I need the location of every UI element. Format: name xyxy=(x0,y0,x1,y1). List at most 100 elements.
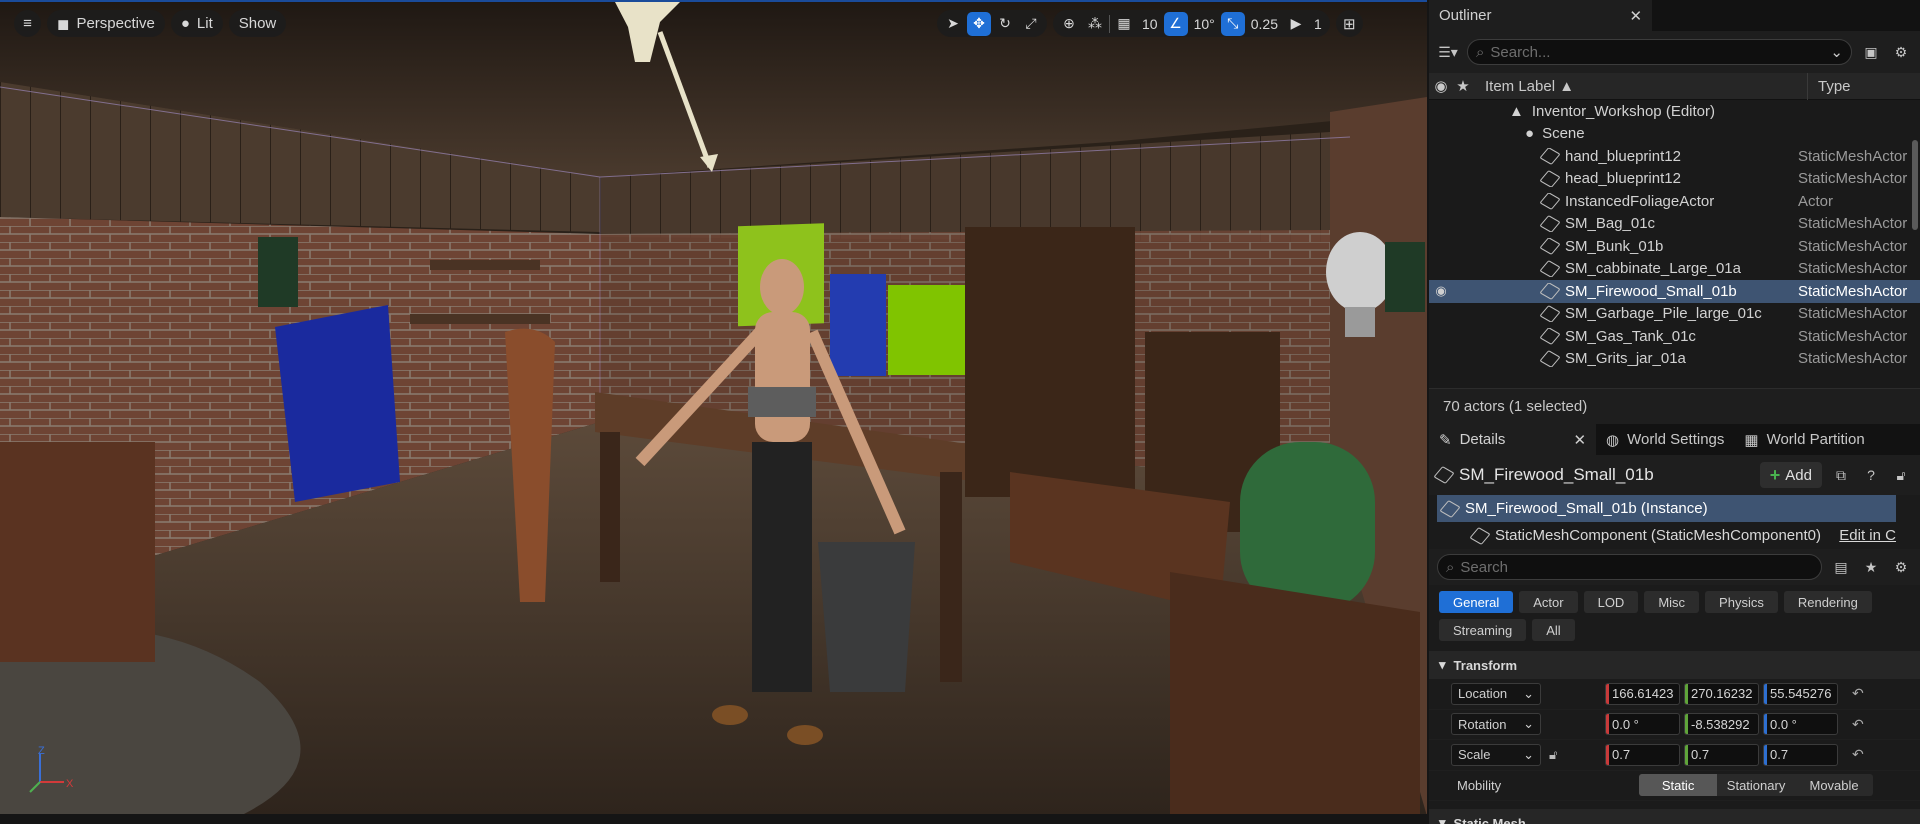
outliner-row[interactable]: InstancedFoliageActor Actor xyxy=(1429,190,1920,213)
gear-icon[interactable]: ⚙ xyxy=(1890,556,1912,578)
close-icon[interactable]: ✕ xyxy=(1630,7,1643,25)
outliner-row[interactable]: SM_Garbage_Pile_large_01c StaticMeshActor xyxy=(1429,303,1920,326)
layout-button[interactable]: ⊞ xyxy=(1335,10,1363,37)
mobility-static[interactable]: Static xyxy=(1639,774,1718,797)
filter-chip-actor[interactable]: Actor xyxy=(1519,591,1578,613)
move-icon[interactable]: ✥ xyxy=(967,11,991,36)
column-item-label[interactable]: Item Label ▲ xyxy=(1473,72,1808,100)
close-icon[interactable]: ✕ xyxy=(1573,431,1586,449)
outliner-row[interactable]: SM_cabbinate_Large_01a StaticMeshActor xyxy=(1429,258,1920,281)
rotation-x[interactable]: 0.0 ° xyxy=(1605,713,1680,736)
rotation-snap-icon[interactable]: ∠ xyxy=(1163,11,1188,36)
mobility-row: Mobility Static Stationary Movable xyxy=(1429,771,1920,801)
rotate-icon[interactable]: ↻ xyxy=(993,12,1017,36)
rotation-z[interactable]: 0.0 ° xyxy=(1763,713,1838,736)
level-viewport[interactable]: Z X ≡ ◼ Perspective ● Lit Show ➤ ✥ ↻ ⤢ ⊕… xyxy=(0,0,1427,814)
outliner-scrollbar[interactable] xyxy=(1912,140,1918,230)
tab-world-partition[interactable]: ▦ World Partition xyxy=(1734,424,1875,455)
outliner-row[interactable]: ◉ SM_Firewood_Small_01b StaticMeshActor xyxy=(1429,280,1920,303)
viewport-menu-button[interactable]: ≡ xyxy=(14,10,41,37)
rotation-y[interactable]: -8.538292 xyxy=(1684,713,1759,736)
scale-dropdown[interactable]: Scale ⌄ xyxy=(1451,743,1541,766)
outliner-row[interactable]: SM_Gas_Tank_01c StaticMeshActor xyxy=(1429,325,1920,348)
tab-details[interactable]: ✎ Details ✕ xyxy=(1429,424,1597,455)
tab-outliner[interactable]: Outliner ✕ xyxy=(1429,0,1653,31)
mobility-movable[interactable]: Movable xyxy=(1795,774,1873,796)
location-x[interactable]: 166.61423 xyxy=(1605,682,1680,705)
mobility-stationary[interactable]: Stationary xyxy=(1717,774,1795,796)
transform-section-header[interactable]: ▾ Transform xyxy=(1429,651,1920,679)
outliner-search[interactable]: ⌕ Search... ⌄ xyxy=(1467,39,1852,65)
gear-icon[interactable]: ⚙ xyxy=(1890,41,1912,63)
camera-speed-icon[interactable]: ▶ xyxy=(1284,12,1308,36)
column-type[interactable]: Type xyxy=(1808,78,1851,95)
location-y[interactable]: 270.16232 xyxy=(1684,682,1759,705)
eye-icon[interactable]: ◉ xyxy=(1429,283,1453,299)
outliner-row[interactable]: head_blueprint12 StaticMeshActor xyxy=(1429,168,1920,191)
mobility-toggle: Static Stationary Movable xyxy=(1639,774,1874,797)
chevron-down-icon[interactable]: ⌄ xyxy=(1830,43,1843,61)
reset-icon[interactable]: ↶ xyxy=(1852,685,1864,702)
star-icon[interactable]: ★ xyxy=(1453,77,1473,95)
grid-snap-value[interactable]: 10 xyxy=(1138,16,1162,32)
rotation-dropdown[interactable]: Rotation ⌄ xyxy=(1451,713,1541,736)
scale-y[interactable]: 0.7 xyxy=(1684,743,1759,766)
static-mesh-icon xyxy=(1539,305,1561,323)
tree-row-world[interactable]: ▲ Inventor_Workshop (Editor) xyxy=(1429,100,1920,123)
perspective-button[interactable]: ◼ Perspective xyxy=(47,10,165,37)
star-icon[interactable]: ★ xyxy=(1860,556,1882,578)
table-view-icon[interactable]: ▤ xyxy=(1830,556,1852,578)
add-folder-icon[interactable]: ▣ xyxy=(1860,41,1882,63)
scale-snap-icon[interactable]: ⤡ xyxy=(1220,11,1245,36)
filter-chip-rendering[interactable]: Rendering xyxy=(1783,591,1872,613)
select-icon[interactable]: ➤ xyxy=(941,12,965,36)
outliner-row[interactable]: SM_Grits_jar_01a StaticMeshActor xyxy=(1429,348,1920,371)
filter-chip-general[interactable]: General xyxy=(1439,591,1514,613)
location-z[interactable]: 55.545276 xyxy=(1763,682,1838,705)
surface-snap-icon[interactable]: ⁂ xyxy=(1083,12,1107,36)
lit-button[interactable]: ● Lit xyxy=(170,10,223,37)
outliner-row[interactable]: SM_Bunk_01b StaticMeshActor xyxy=(1429,235,1920,258)
reset-icon[interactable]: ↶ xyxy=(1852,746,1864,763)
eye-icon[interactable]: ◉ xyxy=(1429,77,1453,95)
show-button[interactable]: Show xyxy=(228,10,287,37)
filter-chip-misc[interactable]: Misc xyxy=(1644,591,1700,613)
tab-world-settings[interactable]: ◍ World Settings xyxy=(1596,424,1735,455)
details-search-input[interactable]: Search xyxy=(1460,559,1508,576)
scale-snap-value[interactable]: 0.25 xyxy=(1247,16,1282,32)
filter-icon[interactable]: ☰▾ xyxy=(1437,41,1459,63)
component-instance-row[interactable]: SM_Firewood_Small_01b (Instance) xyxy=(1437,495,1896,522)
location-dropdown[interactable]: Location ⌄ xyxy=(1451,682,1541,705)
world-space-icon[interactable]: ⊕ xyxy=(1057,12,1081,36)
component-static-mesh-row[interactable]: StaticMeshComponent (StaticMeshComponent… xyxy=(1437,522,1896,549)
rotation-row: Rotation ⌄ 0.0 ° -8.538292 0.0 ° ↶ xyxy=(1429,710,1920,740)
outliner-status: 70 actors (1 selected) xyxy=(1429,388,1920,424)
scale-icon[interactable]: ⤢ xyxy=(1019,12,1043,36)
reset-icon[interactable]: ↶ xyxy=(1852,716,1864,733)
outliner-row-text: SM_Grits_jar_01a xyxy=(1565,350,1686,368)
help-icon[interactable]: ? xyxy=(1860,464,1882,486)
tree-row-scene[interactable]: ● Scene xyxy=(1429,123,1920,146)
filter-chip-physics[interactable]: Physics xyxy=(1705,591,1778,613)
scale-x[interactable]: 0.7 xyxy=(1605,743,1680,766)
rotation-snap-value[interactable]: 10° xyxy=(1190,16,1219,32)
filter-chip-lod[interactable]: LOD xyxy=(1583,591,1639,613)
details-search[interactable]: ⌕ Search xyxy=(1437,554,1822,580)
filter-chip-streaming[interactable]: Streaming xyxy=(1439,619,1527,641)
scene-render[interactable]: Z X xyxy=(0,2,1427,814)
blueprint-icon[interactable]: ⧉ xyxy=(1830,464,1852,486)
outliner-tree[interactable]: ▲ Inventor_Workshop (Editor) ● Scene han… xyxy=(1429,100,1920,388)
filter-chip-all[interactable]: All xyxy=(1532,619,1575,641)
outliner-search-input[interactable]: Search... xyxy=(1490,44,1824,61)
outliner-row[interactable]: hand_blueprint12 StaticMeshActor xyxy=(1429,145,1920,168)
outliner-row[interactable]: SM_Bag_01c StaticMeshActor xyxy=(1429,213,1920,236)
edit-in-cpp-link[interactable]: Edit in C xyxy=(1839,527,1896,544)
lock-icon[interactable]: 🔓︎ xyxy=(1890,464,1912,486)
details-header: SM_Firewood_Small_01b + Add ⧉ ? 🔓︎ xyxy=(1429,455,1920,495)
scale-lock-icon[interactable]: 🔓︎ xyxy=(1549,747,1571,763)
scale-z[interactable]: 0.7 xyxy=(1763,743,1838,766)
grid-snap-icon[interactable]: ▦ xyxy=(1112,12,1136,36)
camera-speed-value[interactable]: 1 xyxy=(1310,16,1326,32)
add-component-button[interactable]: + Add xyxy=(1759,462,1822,488)
static-mesh-section-header[interactable]: ▾ Static Mesh xyxy=(1429,809,1920,824)
